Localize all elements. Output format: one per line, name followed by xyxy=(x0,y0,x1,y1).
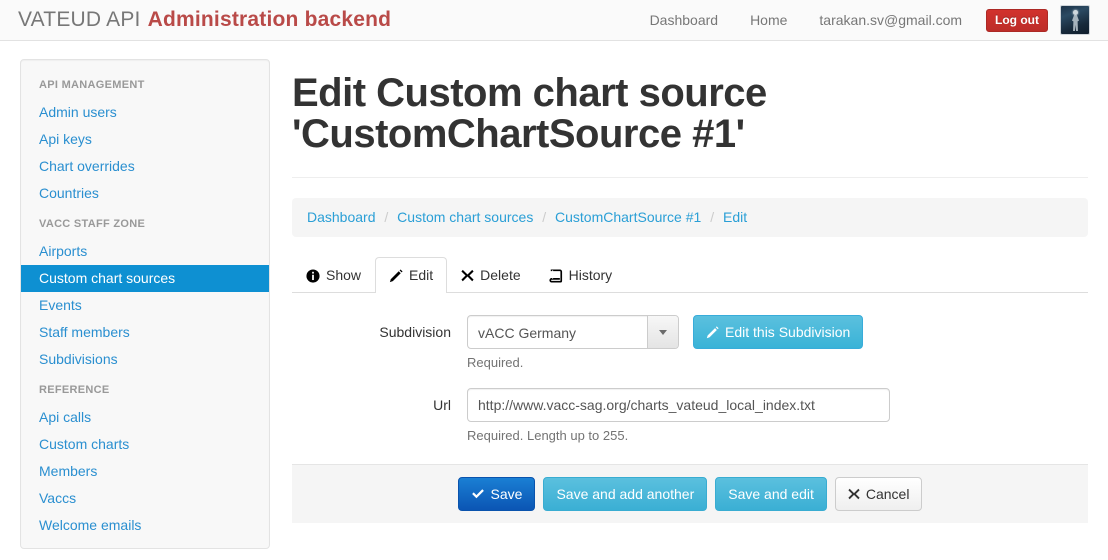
breadcrumb-item-dashboard[interactable]: Dashboard xyxy=(307,209,376,225)
times-icon xyxy=(461,269,474,282)
url-help-text: Required. Length up to 255. xyxy=(467,428,629,443)
subdivision-control-line: vACC Germany Edit this Subdivision xyxy=(467,315,1088,349)
sidebar-item-countries[interactable]: Countries xyxy=(21,180,269,207)
sidebar-item-api-keys[interactable]: Api keys xyxy=(21,126,269,153)
brand-secondary: Administration backend xyxy=(147,8,392,31)
breadcrumb-separator: / xyxy=(542,209,547,225)
breadcrumb-item-custom-chart-sources[interactable]: Custom chart sources xyxy=(397,209,533,225)
cancel-button[interactable]: Cancel xyxy=(834,477,923,511)
top-navbar: VATEUD API Administration backend Dashboa… xyxy=(0,0,1108,41)
info-circle-icon xyxy=(306,268,320,283)
save-button[interactable]: Save xyxy=(457,477,536,511)
times-icon xyxy=(848,488,860,500)
sidebar-header-reference: REFERENCE xyxy=(39,384,110,396)
tab-bar: Show Edit Delete History xyxy=(292,257,1088,293)
tab-delete[interactable]: Delete xyxy=(447,257,534,293)
sidebar-item-custom-chart-sources[interactable]: Custom chart sources xyxy=(21,265,269,292)
cancel-button-label: Cancel xyxy=(865,486,910,502)
page-title-line-2: 'CustomChartSource #1' xyxy=(292,112,745,156)
check-icon xyxy=(471,487,485,501)
save-and-add-another-button[interactable]: Save and add another xyxy=(543,477,708,511)
url-label: Url xyxy=(433,397,451,413)
sidebar-item-vaccs[interactable]: Vaccs xyxy=(21,485,269,512)
edit-form: Subdivision vACC Germany Edit this Subdi… xyxy=(292,293,1088,445)
brand[interactable]: VATEUD API Administration backend xyxy=(18,8,391,32)
save-button-label: Save xyxy=(490,486,523,502)
subdivision-help-text: Required. xyxy=(467,355,524,370)
sidebar-item-members[interactable]: Members xyxy=(21,458,269,485)
tab-edit-label: Edit xyxy=(409,267,434,283)
form-row-subdivision: Subdivision vACC Germany Edit this Subdi… xyxy=(292,315,1088,372)
sidebar-item-staff-members[interactable]: Staff members xyxy=(21,319,269,346)
sidebar-item-admin-users[interactable]: Admin users xyxy=(21,99,269,126)
title-divider xyxy=(292,177,1088,178)
sidebar-item-chart-overrides[interactable]: Chart overrides xyxy=(21,153,269,180)
subdivision-select[interactable]: vACC Germany xyxy=(467,315,679,349)
sidebar-item-airports[interactable]: Airports xyxy=(21,238,269,265)
edit-this-subdivision-label: Edit this Subdivision xyxy=(725,324,851,340)
form-row-url: Url Required. Length up to 255. xyxy=(292,388,1088,445)
page-body: API MANAGEMENT Admin users Api keys Char… xyxy=(0,41,1108,549)
nav-link-home[interactable]: Home xyxy=(734,0,803,41)
tab-show-label: Show xyxy=(326,267,362,283)
sidebar-wrapper: API MANAGEMENT Admin users Api keys Char… xyxy=(0,41,272,549)
breadcrumb-item-customchartsource-1[interactable]: CustomChartSource #1 xyxy=(555,209,701,225)
url-control-col: Required. Length up to 255. xyxy=(467,388,1088,445)
brand-primary: VATEUD API xyxy=(18,8,141,31)
subdivision-select-value[interactable]: vACC Germany xyxy=(468,316,647,348)
tab-delete-label: Delete xyxy=(480,267,521,283)
subdivision-control-col: vACC Germany Edit this Subdivision Requi… xyxy=(467,315,1088,372)
book-icon xyxy=(549,268,563,283)
sidebar-item-api-calls[interactable]: Api calls xyxy=(21,404,269,431)
page-title-line-1: Edit Custom chart source xyxy=(292,71,767,115)
sidebar-item-welcome-emails[interactable]: Welcome emails xyxy=(21,512,269,539)
tab-edit[interactable]: Edit xyxy=(375,257,448,293)
nav-link-dashboard[interactable]: Dashboard xyxy=(634,0,735,41)
chevron-down-icon[interactable] xyxy=(647,316,678,348)
main-content: Edit Custom chart source 'CustomChartSou… xyxy=(272,41,1108,523)
navbar-right: Dashboard Home tarakan.sv@gmail.com Log … xyxy=(634,0,1090,41)
sidebar-header-vacc-staff-zone: VACC STAFF ZONE xyxy=(39,218,146,230)
nav-link-user-email[interactable]: tarakan.sv@gmail.com xyxy=(803,0,978,41)
avatar[interactable] xyxy=(1060,5,1090,35)
breadcrumb-separator: / xyxy=(710,209,715,225)
tab-history[interactable]: History xyxy=(535,257,627,293)
page-title: Edit Custom chart source 'CustomChartSou… xyxy=(292,73,1088,155)
sidebar-item-subdivisions[interactable]: Subdivisions xyxy=(21,346,269,373)
pencil-icon xyxy=(706,325,719,339)
sidebar-item-custom-charts[interactable]: Custom charts xyxy=(21,431,269,458)
breadcrumb-separator: / xyxy=(384,209,389,225)
edit-this-subdivision-button[interactable]: Edit this Subdivision xyxy=(693,315,864,349)
tab-history-label: History xyxy=(568,267,613,283)
save-and-edit-button[interactable]: Save and edit xyxy=(715,477,827,511)
pencil-icon xyxy=(389,268,403,283)
url-input[interactable] xyxy=(467,388,890,422)
breadcrumb-item-edit[interactable]: Edit xyxy=(723,209,747,225)
form-actions-footer: Save Save and add another Save and edit … xyxy=(292,464,1088,523)
logout-button[interactable]: Log out xyxy=(986,8,1048,32)
subdivision-label: Subdivision xyxy=(379,324,451,340)
breadcrumb: Dashboard / Custom chart sources / Custo… xyxy=(292,198,1088,237)
sidebar: API MANAGEMENT Admin users Api keys Char… xyxy=(20,59,270,549)
tab-show[interactable]: Show xyxy=(292,257,375,293)
sidebar-header-api-management: API MANAGEMENT xyxy=(39,79,145,91)
sidebar-item-events[interactable]: Events xyxy=(21,292,269,319)
